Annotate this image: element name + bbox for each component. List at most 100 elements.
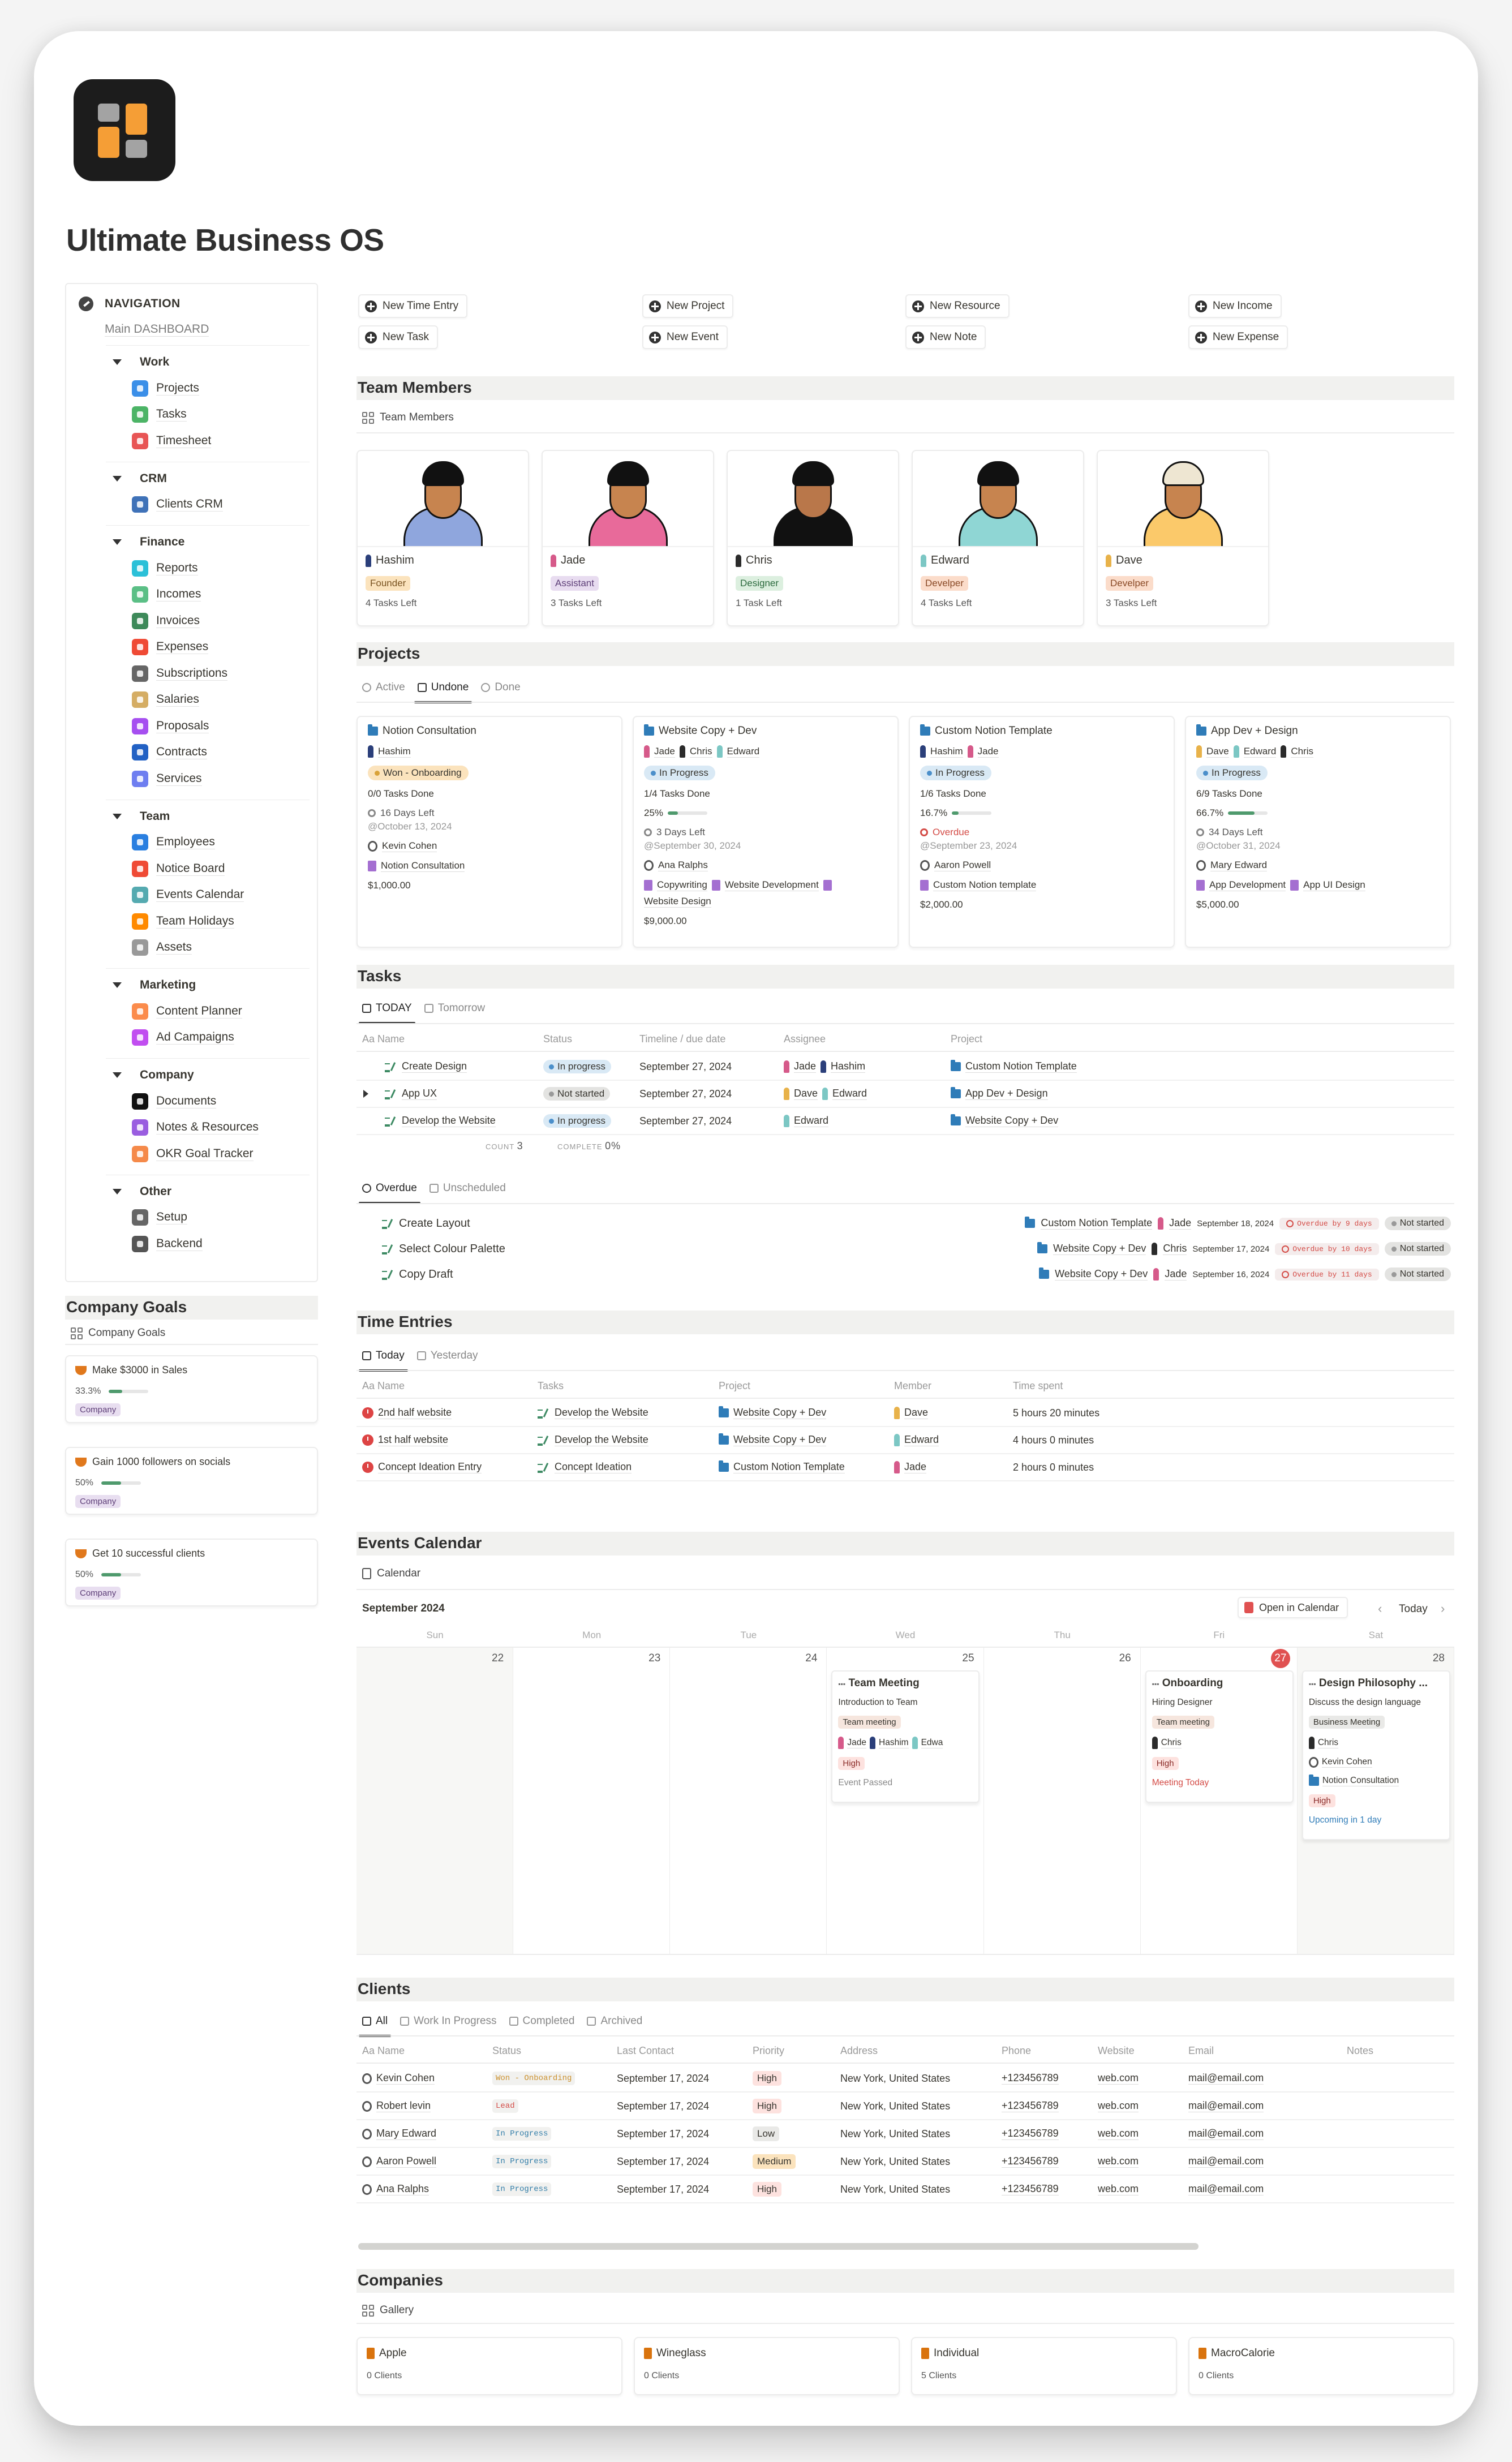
entry-name[interactable]: 1st half website [378, 1434, 449, 1446]
calendar-day-cell[interactable]: 22 [356, 1648, 514, 1954]
client-name[interactable]: Ana Ralphs [376, 2183, 429, 2195]
overdue-task-row[interactable]: Create Layout Custom Notion Template Jad… [356, 1211, 1454, 1236]
tab-yesterday[interactable]: Yesterday [416, 1344, 478, 1367]
task-link[interactable]: Concept Ideation [555, 1461, 632, 1473]
team-member-card[interactable]: Chris Designer 1 Task Left [727, 450, 899, 626]
nav-group-toggle[interactable]: Work [106, 349, 310, 375]
sidebar-item-incomes[interactable]: Incomes [106, 582, 310, 608]
attendee-link[interactable]: Edwa [921, 1738, 943, 1748]
project-link[interactable]: Website Copy + Dev [965, 1115, 1059, 1127]
calendar-event-card[interactable]: ▪▪▪ Team Meeting Introduction to Team Te… [831, 1670, 980, 1803]
phone-link[interactable]: +123456789 [1002, 2155, 1059, 2168]
email-link[interactable]: mail@email.com [1188, 2183, 1264, 2195]
sidebar-item-expenses[interactable]: Expenses [106, 634, 310, 661]
new-event-button[interactable]: New Event [642, 325, 728, 349]
team-member-card[interactable]: Dave Develper 3 Tasks Left [1097, 450, 1269, 626]
column-header[interactable]: Last Contact [617, 2039, 674, 2063]
next-month-button[interactable]: › [1441, 1601, 1445, 1616]
team-member-card[interactable]: Edward Develper 4 Tasks Left [912, 450, 1084, 626]
column-header[interactable]: Aa Name [362, 1027, 405, 1051]
client-row[interactable]: Mary Edward In Progress September 17, 20… [356, 2121, 1454, 2148]
sidebar-item-okr-goal-tracker[interactable]: OKR Goal Tracker [106, 1141, 310, 1167]
new-task-button[interactable]: New Task [358, 325, 439, 349]
column-header[interactable]: Address [840, 2039, 878, 2063]
project-card[interactable]: Notion Consultation Hashim Won - Onboard… [356, 716, 622, 948]
member-link[interactable]: Dave [904, 1407, 929, 1419]
entry-name[interactable]: Concept Ideation Entry [378, 1461, 482, 1473]
sidebar-item-team-holidays[interactable]: Team Holidays [106, 908, 310, 935]
website-link[interactable]: web.com [1098, 2072, 1139, 2085]
website-link[interactable]: web.com [1098, 2100, 1139, 2112]
client-name[interactable]: Aaron Powell [376, 2155, 437, 2168]
phone-link[interactable]: +123456789 [1002, 2183, 1059, 2195]
time-entry-row[interactable]: 2nd half website Develop the Website Web… [356, 1400, 1454, 1427]
project-link[interactable]: Custom Notion Template [965, 1060, 1077, 1073]
task-link[interactable]: Develop the Website [555, 1434, 648, 1446]
company-goals-view-tab[interactable]: Company Goals [71, 1327, 165, 1339]
company-card[interactable]: Individual 5 Clients [911, 2337, 1177, 2395]
goal-card[interactable]: Get 10 successful clients 50% Company [65, 1539, 318, 1606]
sidebar-item-backend[interactable]: Backend [106, 1231, 310, 1257]
new-income-button[interactable]: New Income [1188, 294, 1282, 318]
column-header[interactable]: Tasks [538, 1374, 564, 1398]
sidebar-item-documents[interactable]: Documents [106, 1088, 310, 1115]
calendar-day-cell[interactable]: 24 [670, 1648, 827, 1954]
new-time-entry-button[interactable]: New Time Entry [358, 294, 468, 318]
column-header[interactable]: Status [543, 1027, 572, 1051]
nav-group-toggle[interactable]: Other [106, 1179, 310, 1205]
task-name[interactable]: Develop the Website [402, 1115, 496, 1127]
sidebar-item-ad-campaigns[interactable]: Ad Campaigns [106, 1025, 310, 1051]
project-link[interactable]: Website Copy + Dev [1053, 1243, 1146, 1255]
tab-done[interactable]: Done [481, 676, 521, 699]
open-in-calendar-button[interactable]: Open in Calendar [1238, 1597, 1348, 1618]
nav-group-toggle[interactable]: Finance [106, 529, 310, 555]
client-link[interactable]: Aaron Powell [934, 860, 991, 871]
attendee-link[interactable]: Hashim [879, 1738, 909, 1748]
nav-group-toggle[interactable]: Company [106, 1062, 310, 1088]
column-header[interactable]: Aa Name [362, 2039, 405, 2063]
team-member-card[interactable]: Hashim Founder 4 Tasks Left [356, 450, 529, 626]
sidebar-item-employees[interactable]: Employees [106, 830, 310, 856]
assignee-link[interactable]: Chris [1291, 746, 1313, 758]
horizontal-scrollbar[interactable] [358, 2243, 1199, 2250]
email-link[interactable]: mail@email.com [1188, 2100, 1264, 2112]
client-row[interactable]: Robert levin Lead September 17, 2024 Hig… [356, 2093, 1454, 2120]
time-entry-row[interactable]: Concept Ideation Entry Concept Ideation … [356, 1454, 1454, 1481]
column-header[interactable]: Timeline / due date [639, 1027, 725, 1051]
related-link[interactable]: Notion Consultation [1322, 1776, 1399, 1786]
tab-unscheduled[interactable]: Unscheduled [429, 1177, 506, 1200]
assignee-link[interactable]: Edward [727, 746, 760, 758]
assignee-link[interactable]: Jade [1165, 1268, 1187, 1281]
phone-link[interactable]: +123456789 [1002, 2072, 1059, 2085]
sidebar-item-services[interactable]: Services [106, 766, 310, 792]
new-resource-button[interactable]: New Resource [905, 294, 1010, 318]
tab-all[interactable]: All [358, 2010, 392, 2037]
assignee-link[interactable]: Dave [1206, 746, 1229, 758]
tab-archived[interactable]: Archived [587, 2010, 642, 2033]
task-row[interactable]: Create Design In progress September 27, … [356, 1054, 1454, 1081]
sidebar-item-content-planner[interactable]: Content Planner [106, 998, 310, 1025]
sidebar-item-invoices[interactable]: Invoices [106, 608, 310, 634]
website-link[interactable]: web.com [1098, 2183, 1139, 2195]
column-header[interactable]: Project [719, 1374, 750, 1398]
project-link[interactable]: Custom Notion Template [733, 1461, 845, 1473]
assignee-link[interactable]: Chris [689, 746, 712, 758]
related-link[interactable]: Kevin Cohen [1321, 1757, 1372, 1768]
task-row[interactable]: App UX Not started September 27, 2024 Da… [356, 1081, 1454, 1108]
tab-active[interactable]: Active [362, 676, 405, 699]
client-link[interactable]: Kevin Cohen [382, 840, 437, 852]
new-expense-button[interactable]: New Expense [1188, 325, 1288, 349]
task-name[interactable]: App UX [402, 1088, 437, 1100]
goal-card[interactable]: Make $3000 in Sales 33.3% Company [65, 1355, 318, 1423]
task-name[interactable]: Create Design [402, 1060, 467, 1073]
team-members-view-tab[interactable]: Team Members [362, 411, 454, 424]
project-card[interactable]: Website Copy + Dev Jade Chris Edward In … [633, 716, 899, 948]
member-link[interactable]: Jade [904, 1461, 927, 1473]
overdue-task-row[interactable]: Select Colour Palette Website Copy + Dev… [356, 1236, 1454, 1261]
assignee-link[interactable]: Jade [794, 1060, 817, 1073]
project-link[interactable]: Custom Notion Template [1041, 1217, 1153, 1230]
nav-group-toggle[interactable]: CRM [106, 466, 310, 492]
tab-undone[interactable]: Undone [414, 676, 472, 703]
sidebar-item-setup[interactable]: Setup [106, 1205, 310, 1231]
new-note-button[interactable]: New Note [905, 325, 986, 349]
